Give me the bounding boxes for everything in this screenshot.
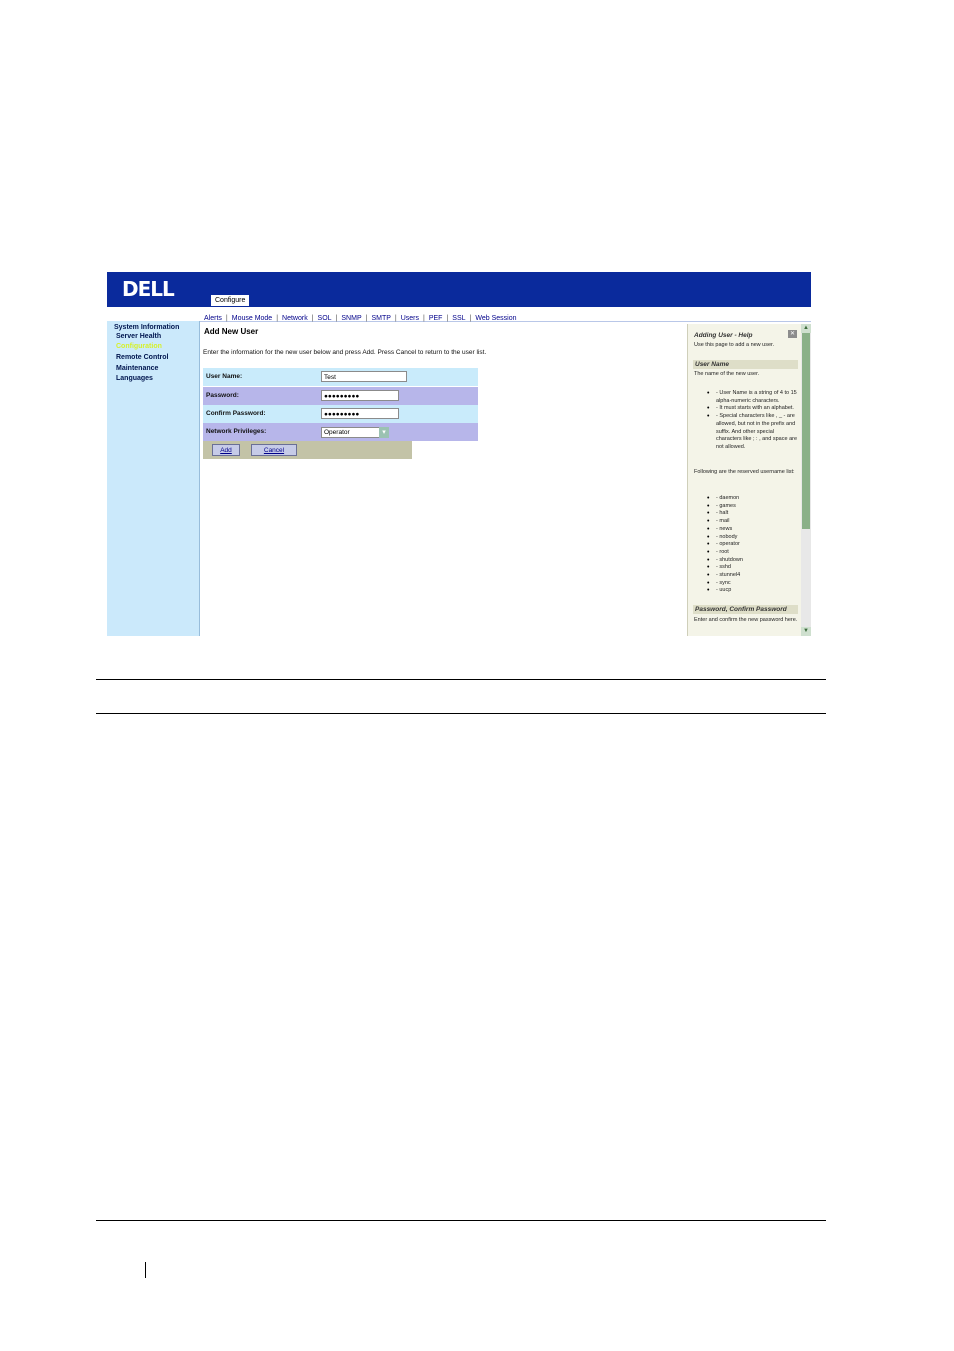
tab-snmp[interactable]: SNMP (337, 313, 365, 324)
list-item: - Special characters like , _ - are allo… (707, 413, 797, 452)
sidebar-item-server-health[interactable]: Server Health (116, 333, 161, 340)
help-password-heading: Password, Confirm Password (693, 605, 798, 614)
list-item: - mail (707, 518, 797, 526)
cancel-button[interactable]: Cancel (251, 444, 297, 456)
help-intro: Use this page to add a new user. (694, 342, 775, 348)
tab-network[interactable]: Network (278, 313, 312, 324)
list-item: - stunnel4 (707, 572, 797, 580)
divider (96, 713, 826, 714)
sidebar-item-maintenance[interactable]: Maintenance (116, 365, 158, 372)
username-input[interactable]: Test (321, 371, 407, 382)
confirm-password-input[interactable]: ●●●●●●●●● (321, 408, 399, 419)
help-password-text: Enter and confirm the new password here. (694, 617, 798, 623)
sidebar-item-system-information[interactable]: System Information (114, 324, 179, 331)
sidebar-item-configuration[interactable]: Configuration (116, 343, 162, 350)
tab-alerts[interactable]: Alerts (200, 313, 226, 324)
list-item: - halt (707, 510, 797, 518)
tab-web-session[interactable]: Web Session (471, 313, 520, 324)
divider (96, 679, 826, 680)
password-label: Password: (206, 392, 239, 399)
network-privileges-label: Network Privileges: (206, 428, 267, 435)
dell-logo: DELL (122, 277, 175, 301)
help-title: Adding User - Help (694, 332, 753, 339)
list-item: - games (707, 503, 797, 511)
divider (145, 1262, 146, 1278)
list-item: - shutdown (707, 557, 797, 565)
screenshot-frame: DELL Configure Alerts | Mouse Mode | Network… (107, 272, 811, 636)
tab-mouse-mode[interactable]: Mouse Mode (228, 313, 276, 324)
list-item: - nobody (707, 534, 797, 542)
tab-sol[interactable]: SOL (314, 313, 336, 324)
list-item: - uucp (707, 587, 797, 595)
username-label: User Name: (206, 373, 243, 380)
add-button[interactable]: Add (212, 444, 240, 456)
confirm-password-label: Confirm Password: (206, 410, 266, 417)
list-item: - sync (707, 580, 797, 588)
sidebar-item-remote-control[interactable]: Remote Control (116, 354, 169, 361)
tab-users[interactable]: Users (397, 313, 423, 324)
chevron-down-icon[interactable]: ▾ (379, 427, 389, 438)
help-user-name-heading: User Name (693, 360, 798, 369)
page-description: Enter the information for the new user b… (203, 349, 487, 356)
password-input[interactable]: ●●●●●●●●● (321, 390, 399, 401)
list-item: - sshd (707, 564, 797, 572)
divider (96, 1220, 826, 1221)
help-reserved-intro: Following are the reserved username list… (694, 469, 795, 475)
help-reserved-list: - daemon - games - halt - mail - news - … (707, 495, 797, 595)
scroll-up-icon[interactable]: ▲ (801, 324, 811, 333)
form-row-username: User Name: Test (203, 368, 478, 386)
scroll-down-icon[interactable]: ▼ (801, 627, 811, 636)
tab-configure[interactable]: Configure (211, 295, 250, 306)
tab-pef[interactable]: PEF (425, 313, 447, 324)
list-item: - news (707, 526, 797, 534)
form-row-password: Password: ●●●●●●●●● (203, 387, 478, 405)
scrollbar-thumb[interactable] (802, 333, 810, 529)
help-panel: Adding User - Help ✕ Use this page to ad… (687, 324, 811, 636)
list-item: - operator (707, 541, 797, 549)
button-bar: Add Cancel (203, 441, 412, 459)
close-icon[interactable]: ✕ (788, 330, 797, 338)
page-title: Add New User (204, 327, 259, 336)
list-item: - root (707, 549, 797, 557)
help-user-name-text: The name of the new user. (694, 371, 760, 377)
list-item: - It must starts with an alphabet. (707, 405, 797, 413)
list-item: - daemon (707, 495, 797, 503)
sub-tab-bar: Alerts | Mouse Mode | Network | SOL | SNMP | SMTP |… (200, 307, 811, 322)
header-bar: DELL Configure (107, 272, 811, 307)
tab-smtp[interactable]: SMTP (367, 313, 394, 324)
list-item: - User Name is a string of 4 to 15 alpha… (707, 390, 797, 405)
form-row-network-privileges: Network Privileges: Operator ▾ (203, 423, 478, 441)
sidebar-item-languages[interactable]: Languages (116, 375, 153, 382)
form-row-confirm-password: Confirm Password: ●●●●●●●●● (203, 405, 478, 423)
tab-ssl[interactable]: SSL (448, 313, 469, 324)
sidebar: System Information Server Health Configu… (107, 321, 200, 636)
help-rules-list: - User Name is a string of 4 to 15 alpha… (707, 390, 797, 452)
